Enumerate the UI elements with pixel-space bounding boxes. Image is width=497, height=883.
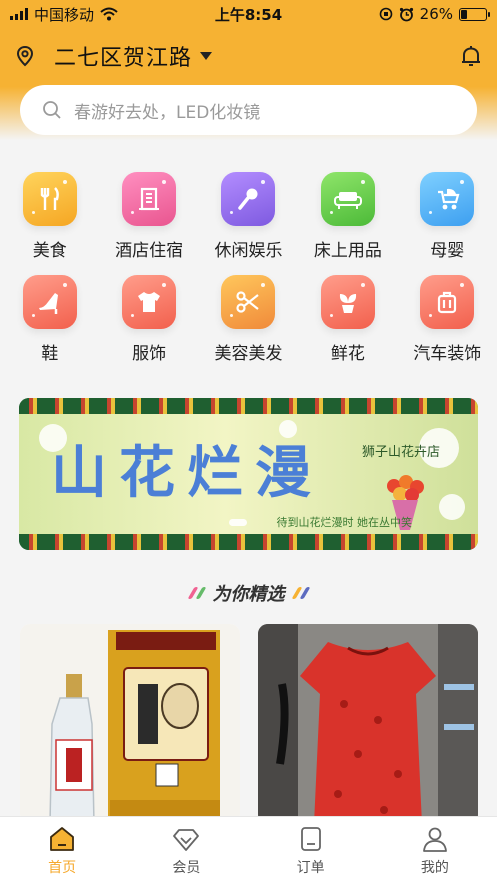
chevron-down-icon[interactable] <box>200 52 213 60</box>
microphone-icon <box>221 172 276 226</box>
map-pin-icon[interactable] <box>14 45 36 67</box>
bottom-tab-bar: 首页 会员 订单 我的 <box>0 816 497 883</box>
section-header: 为你精选 <box>0 578 497 608</box>
decorative-slashes <box>291 587 310 599</box>
banner-slogan: 待到山花烂漫时 她在丛中笑 <box>276 516 413 529</box>
category-hotel[interactable]: 酒店住宿 <box>99 172 198 261</box>
category-label: 汽车装饰 <box>413 344 482 364</box>
category-food[interactable]: 美食 <box>0 172 99 261</box>
product-card[interactable] <box>258 624 478 824</box>
tab-label: 会员 <box>172 860 201 876</box>
decorative-slashes <box>187 587 206 599</box>
category-label: 床上用品 <box>313 241 382 261</box>
user-icon <box>422 827 447 852</box>
scissors-icon <box>221 275 276 329</box>
category-grid: 美食 酒店住宿 休闲娱乐 床上用品 母婴 鞋 服饰 美容美发 鲜花 汽车装饰 <box>0 172 497 364</box>
battery-level <box>461 9 468 19</box>
banner-border <box>19 398 478 414</box>
promo-banner[interactable]: 山花烂漫 狮子山花卉店 待到山花烂漫时 她在丛中笑 <box>19 398 478 550</box>
category-label: 酒店住宿 <box>115 241 184 261</box>
potted-plant-icon <box>320 275 375 329</box>
category-label: 美容美发 <box>214 344 283 364</box>
search-icon <box>43 101 61 119</box>
signal-icon <box>10 8 28 20</box>
category-flowers[interactable]: 鲜花 <box>298 275 397 364</box>
order-document-icon <box>300 827 321 851</box>
category-label: 鲜花 <box>330 344 365 364</box>
banner-shop-name: 狮子山花卉店 <box>361 445 440 460</box>
category-label: 休闲娱乐 <box>214 241 283 261</box>
luggage-icon <box>420 275 475 329</box>
tshirt-icon <box>122 275 177 329</box>
flower-decoration <box>439 494 465 520</box>
tab-home[interactable]: 首页 <box>0 817 124 883</box>
utensils-icon <box>22 172 77 226</box>
hotel-icon <box>122 172 177 226</box>
bell-icon[interactable] <box>459 44 483 68</box>
location-name[interactable]: 二七区贺江路 <box>54 40 192 72</box>
tab-profile[interactable]: 我的 <box>373 817 497 883</box>
section-title: 为你精选 <box>212 584 285 605</box>
category-leisure[interactable]: 休闲娱乐 <box>199 172 298 261</box>
category-bedding[interactable]: 床上用品 <box>298 172 397 261</box>
tab-label: 首页 <box>48 860 77 876</box>
category-clothing[interactable]: 服饰 <box>99 275 198 364</box>
carrier-name: 中国移动 <box>34 5 95 24</box>
tab-label: 订单 <box>296 860 325 876</box>
alarm-icon <box>399 7 413 21</box>
wifi-icon <box>100 7 118 21</box>
carousel-indicator[interactable] <box>229 519 247 526</box>
orientation-lock-icon <box>379 7 392 21</box>
diamond-icon <box>173 829 200 851</box>
search-bar[interactable]: 春游好去处，LED化妆镜 <box>20 85 477 135</box>
category-baby[interactable]: 母婴 <box>398 172 497 261</box>
category-label: 美食 <box>32 241 67 261</box>
category-shoes[interactable]: 鞋 <box>0 275 99 364</box>
category-beauty[interactable]: 美容美发 <box>199 275 298 364</box>
category-car-decor[interactable]: 汽车装饰 <box>398 275 497 364</box>
location-header: 二七区贺江路 <box>0 36 497 76</box>
battery-icon <box>459 7 490 21</box>
high-heel-icon <box>22 275 77 329</box>
category-label: 母婴 <box>430 241 465 261</box>
product-card[interactable] <box>20 624 240 824</box>
category-label: 服饰 <box>132 344 167 364</box>
tab-membership[interactable]: 会员 <box>124 817 248 883</box>
home-icon <box>50 827 75 851</box>
battery-percent: 26% <box>419 5 453 23</box>
banner-headline: 山花烂漫 <box>51 440 323 506</box>
dress-product-image <box>258 624 478 824</box>
sofa-icon <box>320 172 375 226</box>
stroller-icon <box>420 172 475 226</box>
category-label: 鞋 <box>41 344 59 364</box>
tab-orders[interactable]: 订单 <box>249 817 373 883</box>
status-bar: 中国移动 上午8:54 26% <box>0 0 497 28</box>
liquor-product-image <box>20 624 240 824</box>
search-placeholder: 春游好去处，LED化妆镜 <box>74 102 261 123</box>
banner-border <box>19 534 478 550</box>
tab-label: 我的 <box>420 860 449 876</box>
